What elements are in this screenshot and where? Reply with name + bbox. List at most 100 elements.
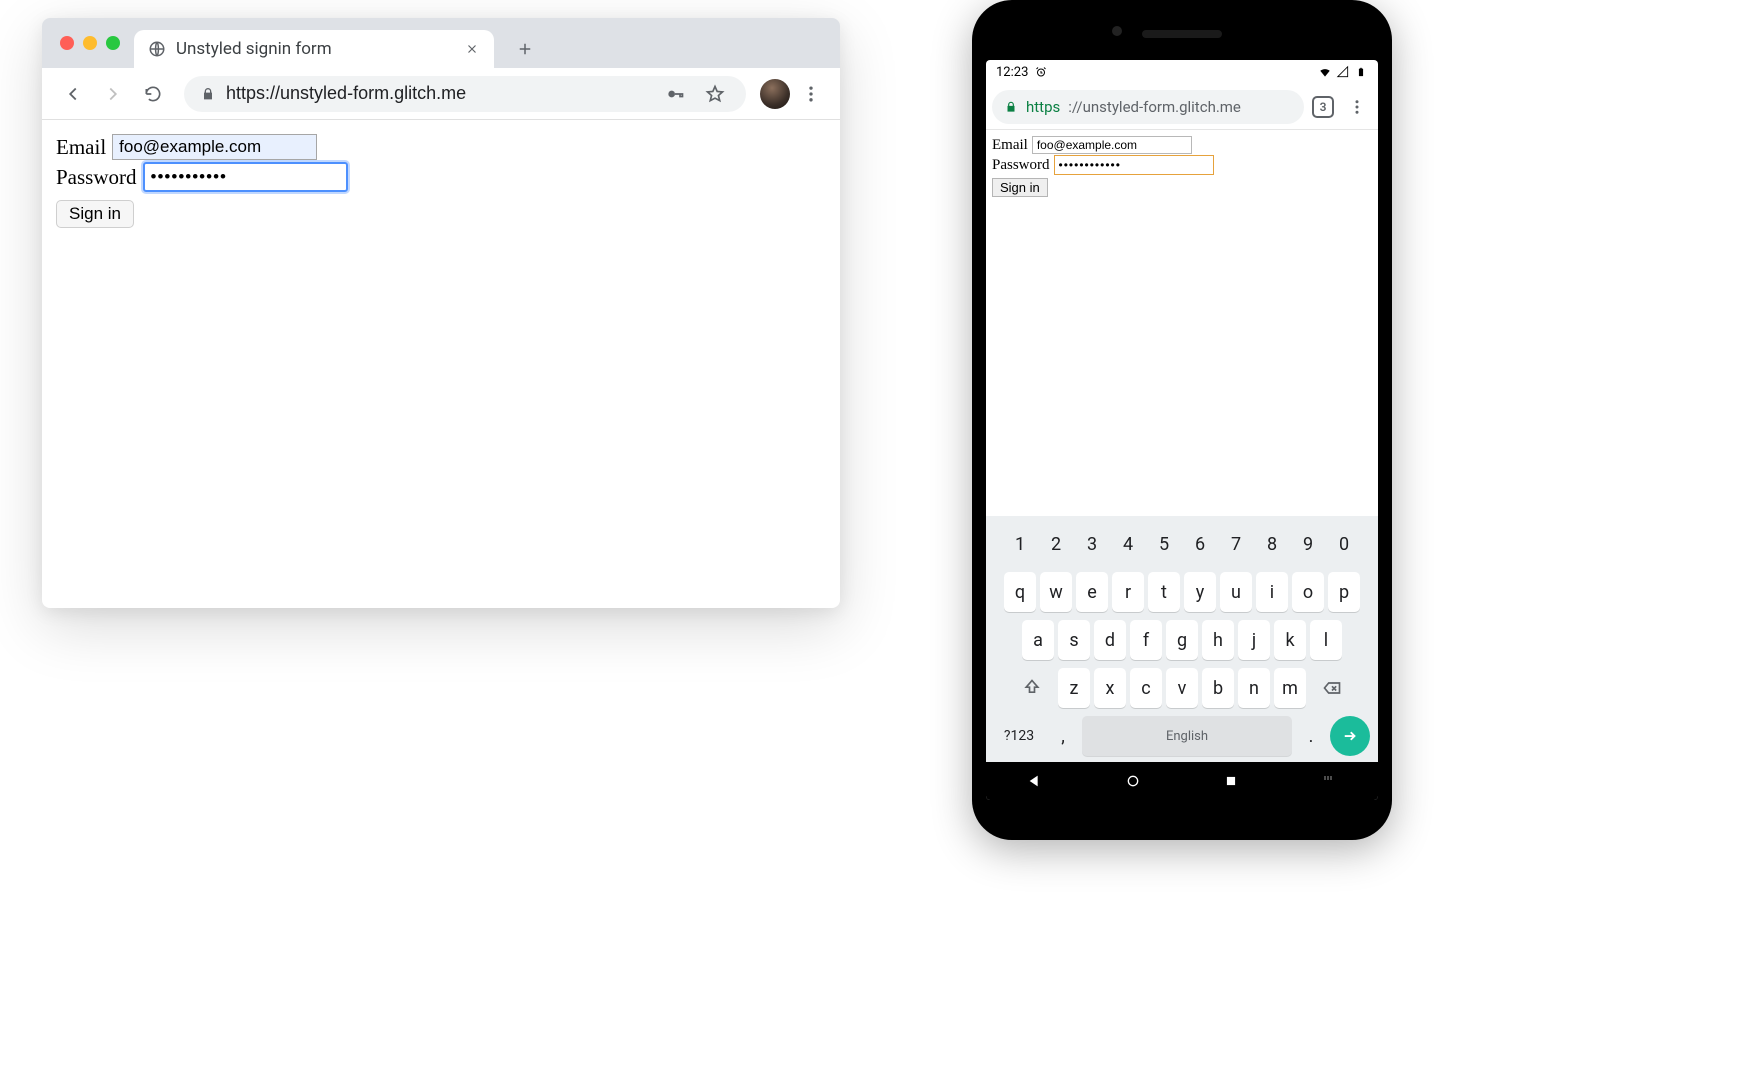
status-left: 12:23 [996, 65, 1048, 80]
key-k[interactable]: k [1274, 620, 1306, 660]
key-q[interactable]: q [1004, 572, 1036, 612]
profile-avatar[interactable] [760, 79, 790, 109]
globe-icon [148, 40, 166, 58]
key-w[interactable]: w [1040, 572, 1072, 612]
key-x[interactable]: x [1094, 668, 1126, 708]
recents-nav-icon[interactable] [1222, 772, 1240, 790]
wifi-icon [1318, 65, 1332, 79]
close-window-button[interactable] [60, 36, 74, 50]
key-icon[interactable] [660, 79, 690, 109]
key-7[interactable]: 7 [1220, 524, 1252, 564]
android-nav-bar [986, 762, 1378, 800]
symbols-key[interactable]: ?123 [994, 716, 1044, 756]
key-j[interactable]: j [1238, 620, 1270, 660]
key-p[interactable]: p [1328, 572, 1360, 612]
shift-key[interactable] [1010, 668, 1054, 708]
signin-button[interactable]: Sign in [56, 200, 134, 228]
keyboard-switcher-icon[interactable] [1320, 772, 1338, 790]
lock-icon [1004, 100, 1018, 114]
browser-tab-strip: Unstyled signin form [42, 18, 840, 68]
keyboard-row-2: asdfghjkl [990, 620, 1374, 660]
backspace-key[interactable] [1310, 668, 1354, 708]
key-y[interactable]: y [1184, 572, 1216, 612]
keyboard-row-3: zxcvbnm [990, 668, 1374, 708]
password-input[interactable] [143, 162, 348, 192]
alarm-icon [1034, 65, 1048, 79]
minimize-window-button[interactable] [83, 36, 97, 50]
phone-screen: 12:23 ht [986, 60, 1378, 800]
forward-button[interactable] [96, 77, 130, 111]
password-input[interactable] [1054, 155, 1214, 175]
kebab-menu-icon[interactable] [1342, 92, 1372, 122]
mobile-url-scheme: https [1026, 98, 1060, 116]
space-key[interactable]: English [1082, 716, 1292, 756]
tab-switcher-button[interactable]: 3 [1312, 96, 1334, 118]
lock-icon [200, 86, 216, 102]
back-button[interactable] [56, 77, 90, 111]
page-content: Email Password Sign in [42, 120, 840, 242]
kebab-menu-icon[interactable] [796, 79, 826, 109]
key-3[interactable]: 3 [1076, 524, 1108, 564]
phone-camera [1112, 26, 1122, 36]
back-nav-icon[interactable] [1026, 772, 1044, 790]
key-c[interactable]: c [1130, 668, 1162, 708]
key-o[interactable]: o [1292, 572, 1324, 612]
key-r[interactable]: r [1112, 572, 1144, 612]
key-e[interactable]: e [1076, 572, 1108, 612]
home-nav-icon[interactable] [1124, 772, 1142, 790]
key-8[interactable]: 8 [1256, 524, 1288, 564]
signin-button[interactable]: Sign in [992, 178, 1048, 197]
key-s[interactable]: s [1058, 620, 1090, 660]
phone-frame: 12:23 ht [972, 0, 1392, 840]
key-1[interactable]: 1 [1004, 524, 1036, 564]
battery-icon [1354, 65, 1368, 79]
phone-speaker [1142, 30, 1222, 38]
key-0[interactable]: 0 [1328, 524, 1360, 564]
key-b[interactable]: b [1202, 668, 1234, 708]
mobile-chrome-toolbar: https ://unstyled-form.glitch.me 3 [986, 84, 1378, 130]
key-v[interactable]: v [1166, 668, 1198, 708]
maximize-window-button[interactable] [106, 36, 120, 50]
address-bar[interactable]: https://unstyled-form.glitch.me [184, 76, 746, 112]
browser-tab[interactable]: Unstyled signin form [134, 30, 494, 68]
reload-button[interactable] [136, 77, 170, 111]
enter-key[interactable] [1330, 716, 1370, 756]
email-input[interactable] [112, 134, 317, 160]
password-label: Password [992, 157, 1050, 174]
key-5[interactable]: 5 [1148, 524, 1180, 564]
key-g[interactable]: g [1166, 620, 1198, 660]
period-key[interactable]: . [1298, 716, 1324, 756]
email-row: Email [992, 136, 1372, 154]
key-m[interactable]: m [1274, 668, 1306, 708]
keyboard-row-bottom: ?123 , English . [990, 716, 1374, 756]
keyboard-row-1: qwertyuiop [990, 572, 1374, 612]
key-2[interactable]: 2 [1040, 524, 1072, 564]
email-input[interactable] [1032, 136, 1192, 154]
key-n[interactable]: n [1238, 668, 1270, 708]
mobile-url-rest: ://unstyled-form.glitch.me [1068, 98, 1241, 116]
key-h[interactable]: h [1202, 620, 1234, 660]
key-f[interactable]: f [1130, 620, 1162, 660]
url-text: https://unstyled-form.glitch.me [226, 83, 650, 104]
password-label: Password [56, 165, 137, 190]
android-status-bar: 12:23 [986, 60, 1378, 84]
key-6[interactable]: 6 [1184, 524, 1216, 564]
star-icon[interactable] [700, 79, 730, 109]
key-z[interactable]: z [1058, 668, 1090, 708]
key-a[interactable]: a [1022, 620, 1054, 660]
key-u[interactable]: u [1220, 572, 1252, 612]
close-tab-button[interactable] [464, 41, 480, 57]
password-row: Password [992, 155, 1372, 175]
status-right [1318, 65, 1368, 79]
password-row: Password [56, 162, 826, 192]
key-9[interactable]: 9 [1292, 524, 1324, 564]
email-row: Email [56, 134, 826, 160]
mobile-address-bar[interactable]: https ://unstyled-form.glitch.me [992, 90, 1304, 124]
comma-key[interactable]: , [1050, 716, 1076, 756]
key-l[interactable]: l [1310, 620, 1342, 660]
key-4[interactable]: 4 [1112, 524, 1144, 564]
key-i[interactable]: i [1256, 572, 1288, 612]
key-d[interactable]: d [1094, 620, 1126, 660]
key-t[interactable]: t [1148, 572, 1180, 612]
new-tab-button[interactable] [510, 34, 540, 64]
